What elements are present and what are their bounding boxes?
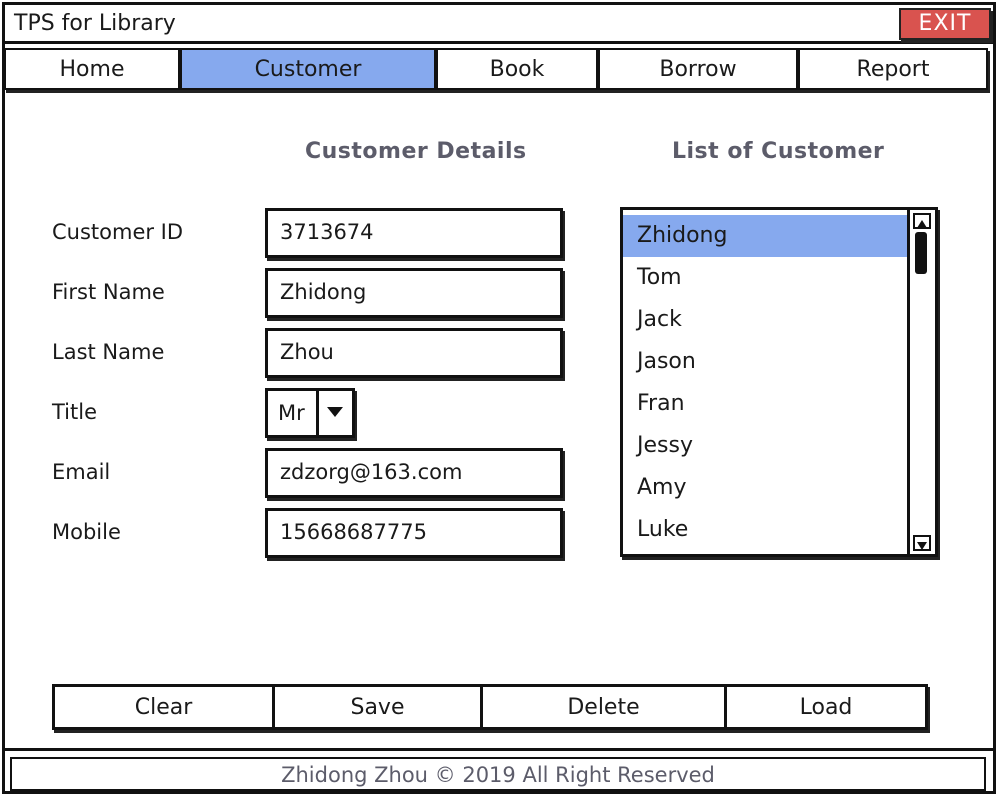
mobile-label: Mobile xyxy=(52,520,121,544)
customer-list-item[interactable]: Zhidong xyxy=(623,215,907,257)
arrow-up-icon xyxy=(917,220,927,228)
tab-borrow[interactable]: Borrow xyxy=(598,48,798,90)
customer-id-label: Customer ID xyxy=(52,220,184,244)
customer-details-heading: Customer Details xyxy=(305,139,527,164)
load-button[interactable]: Load xyxy=(727,687,925,727)
first-name-field[interactable]: Zhidong xyxy=(265,268,563,318)
email-label: Email xyxy=(52,460,111,484)
customer-list-scrollbar[interactable] xyxy=(907,210,935,554)
customer-list-heading: List of Customer xyxy=(672,139,885,164)
copyright-text: Zhidong Zhou © 2019 All Right Reserved xyxy=(10,757,986,791)
email-field[interactable]: zdzorg@163.com xyxy=(265,448,563,498)
title-select-dropdown-button[interactable] xyxy=(316,391,352,435)
scroll-up-button[interactable] xyxy=(913,213,931,229)
customer-list-item[interactable]: Jason xyxy=(623,341,907,383)
customer-listbox[interactable]: Zhidong Tom Jack Jason Fran Jessy Amy Lu… xyxy=(620,207,938,557)
title-select-value: Mr xyxy=(278,401,305,425)
exit-button[interactable]: EXIT xyxy=(899,8,991,40)
customer-list-item[interactable]: Amy xyxy=(623,467,907,509)
customer-list-item[interactable]: Jessy xyxy=(623,425,907,467)
mobile-field[interactable]: 15668687775 xyxy=(265,508,563,558)
tab-home[interactable]: Home xyxy=(4,48,180,90)
clear-button[interactable]: Clear xyxy=(55,687,275,727)
action-bar: Clear Save Delete Load xyxy=(52,684,928,730)
chevron-down-icon xyxy=(327,407,343,417)
tab-bar: Home Customer Book Borrow Report xyxy=(4,48,994,94)
tab-book[interactable]: Book xyxy=(436,48,598,90)
tab-customer[interactable]: Customer xyxy=(180,48,436,90)
scroll-down-button[interactable] xyxy=(913,535,931,551)
footer: Zhidong Zhou © 2019 All Right Reserved xyxy=(4,748,994,794)
customer-list-item[interactable]: Fran xyxy=(623,383,907,425)
title-bar: TPS for Library EXIT xyxy=(4,4,994,44)
delete-button[interactable]: Delete xyxy=(483,687,727,727)
customer-list-item[interactable]: Jack xyxy=(623,299,907,341)
save-button[interactable]: Save xyxy=(275,687,483,727)
first-name-label: First Name xyxy=(52,280,165,304)
title-select[interactable]: Mr xyxy=(265,388,355,438)
app-title: TPS for Library xyxy=(14,11,176,36)
customer-id-field[interactable]: 3713674 xyxy=(265,208,563,258)
scroll-thumb[interactable] xyxy=(915,232,927,274)
customer-list-item[interactable]: Luke xyxy=(623,509,907,551)
tab-report[interactable]: Report xyxy=(798,48,988,90)
last-name-label: Last Name xyxy=(52,340,165,364)
arrow-down-icon xyxy=(917,542,927,550)
customer-list-item[interactable]: Tom xyxy=(623,257,907,299)
title-label: Title xyxy=(52,400,98,424)
last-name-field[interactable]: Zhou xyxy=(265,328,563,378)
